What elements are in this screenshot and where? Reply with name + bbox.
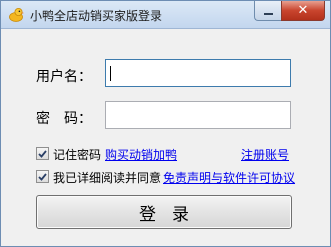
text-caret (110, 66, 111, 81)
register-link[interactable]: 注册账号 (241, 146, 289, 163)
username-input[interactable] (105, 59, 291, 87)
username-label: 用户名： (36, 69, 92, 85)
duck-app-icon (9, 8, 24, 22)
remember-password-label[interactable]: 记住密码 (53, 146, 101, 163)
minimize-icon (263, 12, 273, 15)
password-input[interactable] (105, 101, 291, 129)
login-button[interactable]: 登录 (36, 195, 292, 229)
checkmark-icon (38, 172, 47, 181)
agree-checkbox[interactable] (36, 170, 49, 183)
agreement-link[interactable]: 免责声明与软件许可协议 (163, 169, 295, 186)
password-label: 密 码： (36, 111, 92, 127)
remember-password-checkbox[interactable] (36, 147, 49, 160)
login-window: 小鸭全店动销买家版登录 ✕ 用户名： 密 码： 记住密码 购买动销加鸭 注册账号… (0, 0, 331, 247)
minimize-button[interactable] (254, 1, 281, 21)
close-button[interactable]: ✕ (281, 1, 325, 21)
close-icon: ✕ (297, 3, 309, 18)
buy-link[interactable]: 购买动销加鸭 (105, 146, 177, 163)
window-title: 小鸭全店动销买家版登录 (30, 9, 163, 23)
checkmark-icon (38, 149, 47, 158)
title-bar[interactable]: 小鸭全店动销买家版登录 ✕ (1, 1, 330, 29)
agree-label[interactable]: 我已详细阅读并同意 (53, 169, 161, 186)
